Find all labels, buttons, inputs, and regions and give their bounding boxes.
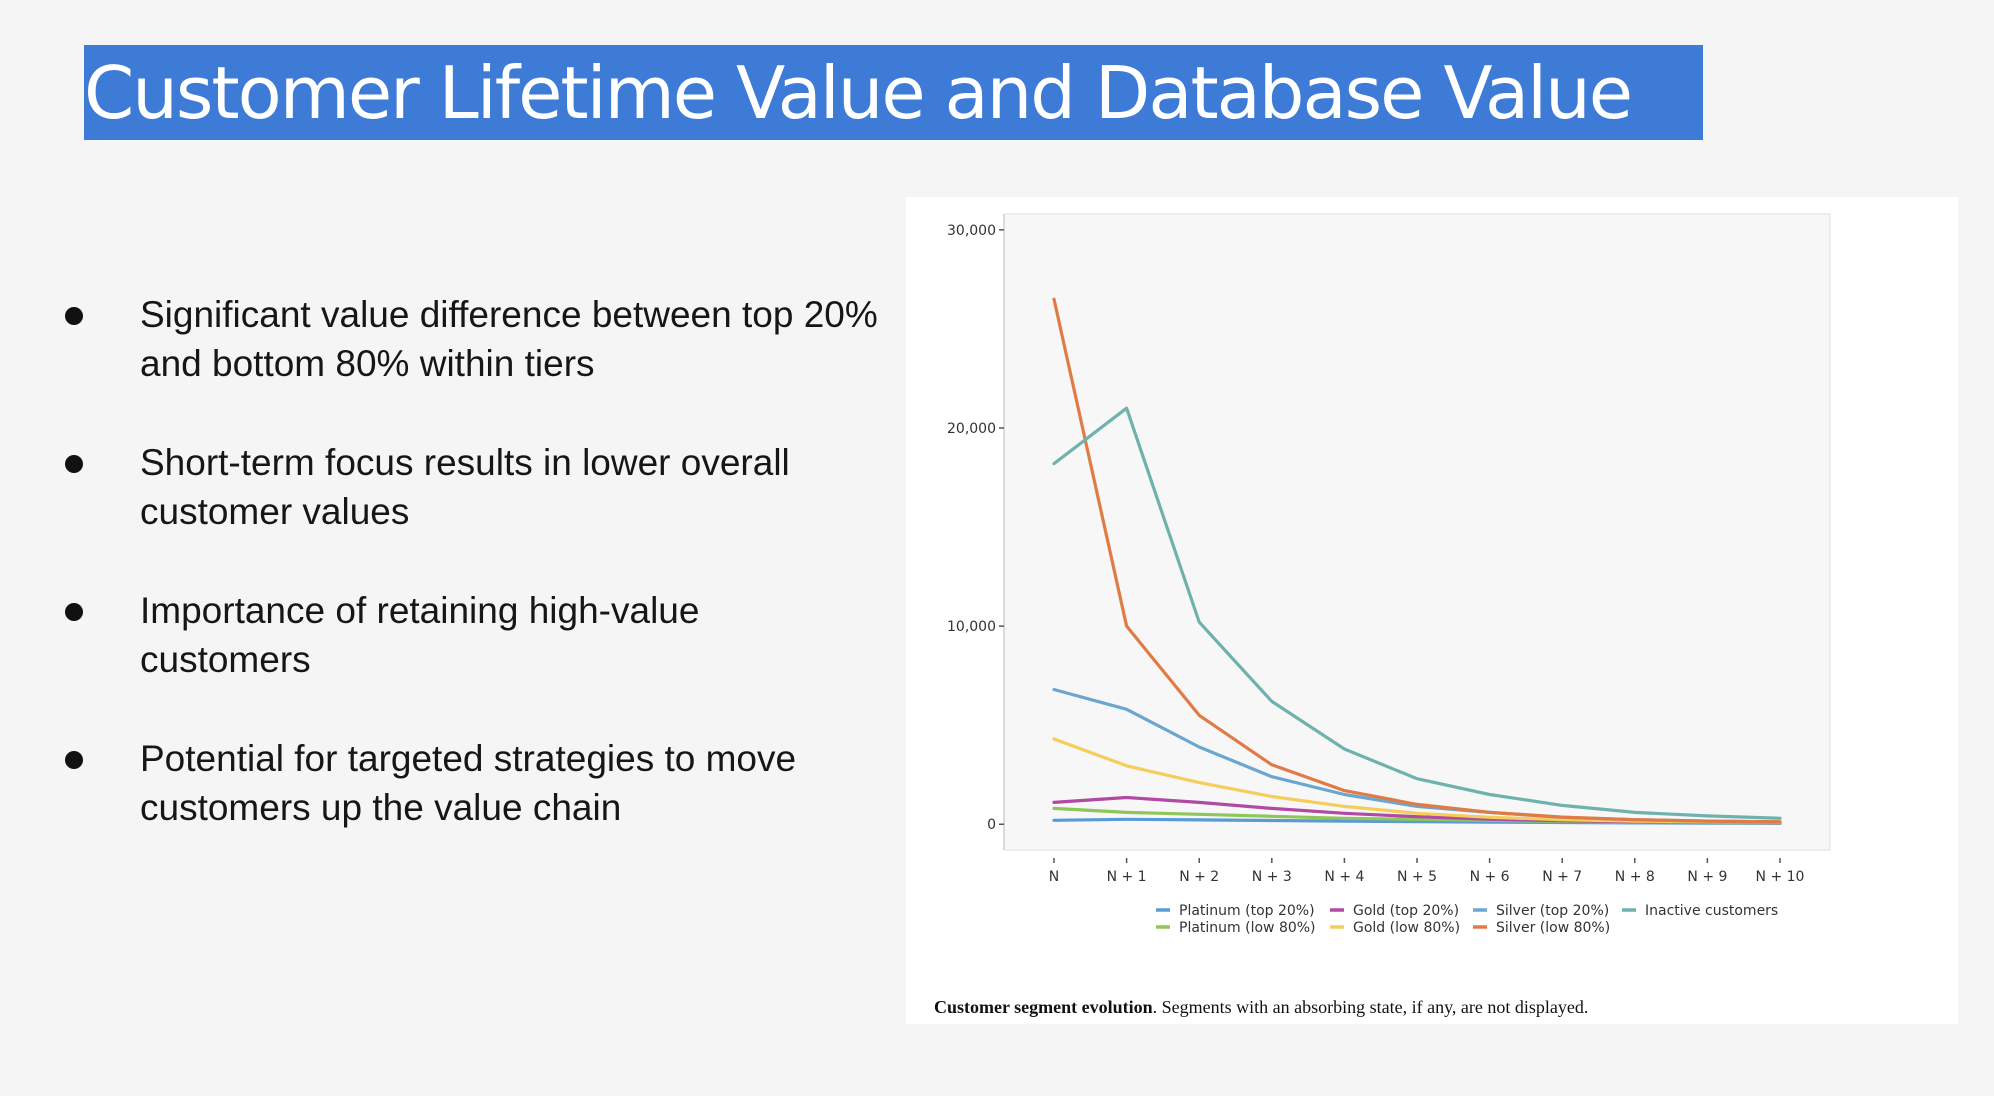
legend-label: Platinum (top 20%) [1179,903,1315,919]
y-tick-label: 0 [987,817,996,833]
bullet-item: Potential for targeted strategies to mov… [60,734,880,832]
chart-card: 0 10,000 20,000 30,000 N N + 1 N + 2 N + 3 N + 4… [906,197,1958,1024]
x-tick-label: N [1049,869,1059,885]
legend-label: Silver (low 80%) [1496,920,1610,936]
caption-bold: Customer segment evolution [934,997,1153,1017]
bullet-item: Importance of retaining high-value custo… [60,586,880,684]
y-tick-label: 20,000 [947,421,996,437]
bullet-text: Significant value difference between top… [140,294,878,384]
bullet-dot-icon [65,751,83,769]
x-tick-label: N + 4 [1324,869,1364,885]
y-tick-label: 10,000 [947,619,996,635]
slide-title: Customer Lifetime Value and Database Val… [84,51,1633,135]
bullet-item: Significant value difference between top… [60,290,880,388]
title-banner: Customer Lifetime Value and Database Val… [84,45,1703,140]
x-tick-label: N + 6 [1470,869,1510,885]
bullet-dot-icon [65,603,83,621]
bullet-list: Significant value difference between top… [60,290,880,882]
x-tick-label: N + 8 [1615,869,1655,885]
line-chart: 0 10,000 20,000 30,000 N N + 1 N + 2 N + 3 N + 4… [947,213,1831,936]
legend-label: Silver (top 20%) [1496,903,1609,919]
bullet-text: Importance of retaining high-value custo… [140,590,700,680]
plot-area [1003,213,1831,851]
x-tick-label: N + 7 [1542,869,1582,885]
x-tick-label: N + 3 [1252,869,1292,885]
caption-text: . Segments with an absorbing state, if a… [1152,997,1589,1017]
x-tick-label: N + 2 [1179,869,1219,885]
x-tick-label: N + 10 [1756,869,1805,885]
legend-label: Gold (top 20%) [1353,903,1459,919]
figure-caption: Customer segment evolution. Segments wit… [934,997,1588,1018]
x-tick-label: N + 1 [1107,869,1147,885]
x-tick-label: N + 5 [1397,869,1437,885]
legend-label: Inactive customers [1645,903,1778,919]
bullet-text: Short-term focus results in lower overal… [140,442,790,532]
x-tick-label: N + 9 [1687,869,1727,885]
legend-label: Platinum (low 80%) [1179,920,1316,936]
y-tick-label: 30,000 [947,223,996,239]
legend-label: Gold (low 80%) [1353,920,1460,936]
bullet-item: Short-term focus results in lower overal… [60,438,880,536]
bullet-dot-icon [65,455,83,473]
bullet-text: Potential for targeted strategies to mov… [140,738,797,828]
bullet-dot-icon [65,307,83,325]
